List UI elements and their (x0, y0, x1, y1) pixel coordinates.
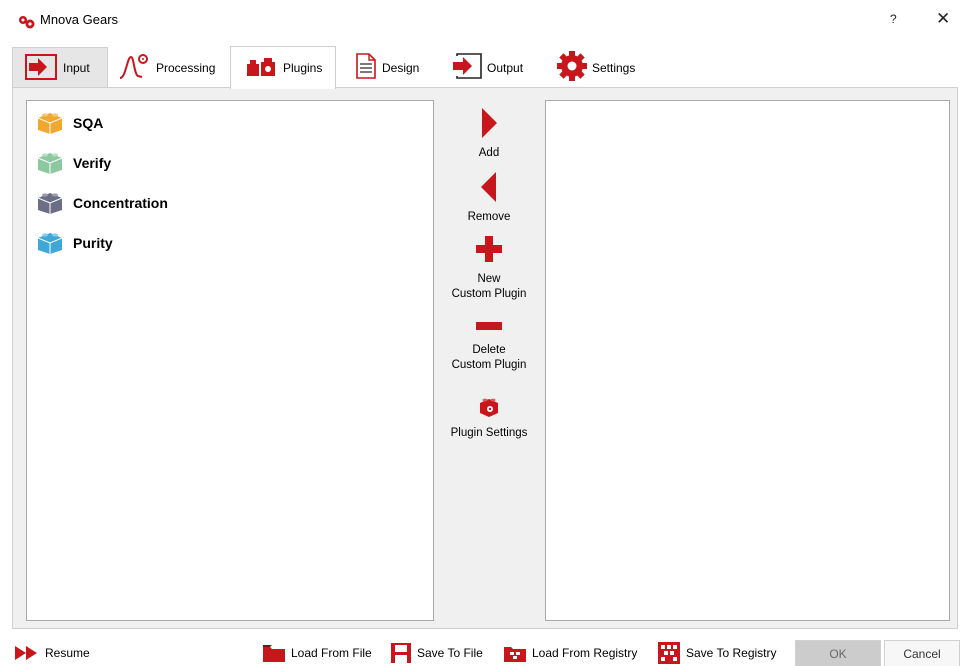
remove-label: Remove (467, 211, 511, 223)
plugin-label: Verify (73, 155, 112, 171)
save-to-file-label: Save To File (417, 646, 483, 660)
plugin-brick-icon (35, 109, 65, 138)
tab-processing-label: Processing (156, 60, 216, 75)
tab-bar: Input Processing Plugins Design Output S… (12, 46, 958, 89)
floppy-disk-icon (391, 643, 411, 663)
delete-custom-plugin-button[interactable]: Delete Custom Plugin (434, 320, 544, 373)
close-button[interactable]: ✕ (936, 9, 950, 29)
tab-settings[interactable]: Settings (554, 47, 654, 88)
plugins-panel: SQA Verify Concentration Purity Add Remo… (12, 87, 958, 629)
add-button[interactable]: Add (434, 106, 544, 161)
list-item[interactable]: Verify (35, 148, 415, 178)
peak-gear-icon (118, 52, 152, 83)
plugin-settings-button[interactable]: Plugin Settings (434, 394, 544, 441)
available-plugins-list[interactable]: SQA Verify Concentration Purity (26, 100, 434, 621)
new-custom-plugin-label: New Custom Plugin (451, 273, 527, 300)
resume-label: Resume (45, 646, 90, 660)
delete-custom-plugin-label: Delete Custom Plugin (451, 344, 527, 371)
cancel-button[interactable]: Cancel (884, 640, 960, 666)
tab-output-label: Output (487, 60, 524, 75)
title-bar: Mnova Gears ? ✕ (0, 0, 960, 40)
selected-plugins-list[interactable] (545, 100, 950, 621)
save-to-registry-button[interactable]: Save To Registry (657, 642, 777, 664)
plugin-label: SQA (73, 115, 104, 131)
plugin-brick-icon (35, 149, 65, 178)
tab-output[interactable]: Output (448, 47, 544, 88)
list-item[interactable]: SQA (35, 108, 415, 138)
load-from-registry-button[interactable]: Load From Registry (503, 642, 637, 664)
load-from-file-button[interactable]: Load From File (262, 642, 372, 664)
bottom-bar: Resume Load From File Save To File Load … (0, 636, 960, 666)
ok-button[interactable]: OK (795, 640, 881, 666)
plus-icon (476, 236, 502, 262)
gear-icon (556, 50, 588, 85)
resume-button[interactable]: Resume (14, 642, 90, 664)
remove-button[interactable]: Remove (434, 170, 544, 225)
tab-design-label: Design (382, 60, 420, 75)
folder-icon (263, 645, 285, 662)
save-to-registry-label: Save To Registry (686, 646, 777, 660)
tab-plugins-label: Plugins (283, 61, 323, 75)
plugin-label: Concentration (73, 195, 168, 211)
arrow-out-icon (451, 53, 483, 82)
plugin-label: Purity (73, 235, 113, 251)
minus-icon (476, 322, 502, 330)
tab-input-label: Input (63, 61, 90, 75)
gears-app-icon (17, 14, 37, 30)
tab-plugins[interactable]: Plugins (230, 46, 336, 89)
add-label: Add (478, 147, 500, 159)
triangle-left-icon (481, 172, 496, 202)
registry-grid-icon (658, 642, 680, 664)
plugin-brick-icon (35, 229, 65, 258)
tab-processing[interactable]: Processing (118, 47, 230, 88)
plugin-brick-icon (35, 189, 65, 218)
new-custom-plugin-button[interactable]: New Custom Plugin (434, 234, 544, 302)
fast-forward-icon (15, 646, 37, 660)
load-from-file-label: Load From File (291, 646, 372, 660)
registry-folder-icon (504, 647, 526, 662)
plugin-settings-label: Plugin Settings (450, 427, 528, 439)
load-from-registry-label: Load From Registry (532, 646, 638, 660)
list-item[interactable]: Concentration (35, 188, 415, 218)
triangle-right-icon (482, 108, 497, 138)
arrow-in-icon (25, 53, 57, 83)
tab-settings-label: Settings (592, 60, 636, 75)
window-title: Mnova Gears (40, 12, 119, 27)
plugin-bricks-icon (245, 56, 279, 81)
document-icon (354, 52, 378, 83)
save-to-file-button[interactable]: Save To File (390, 642, 483, 664)
tab-input[interactable]: Input (12, 47, 108, 88)
tab-design[interactable]: Design (348, 47, 438, 88)
help-button[interactable]: ? (890, 12, 897, 26)
plugin-settings-icon (480, 398, 498, 417)
list-item[interactable]: Purity (35, 228, 415, 258)
